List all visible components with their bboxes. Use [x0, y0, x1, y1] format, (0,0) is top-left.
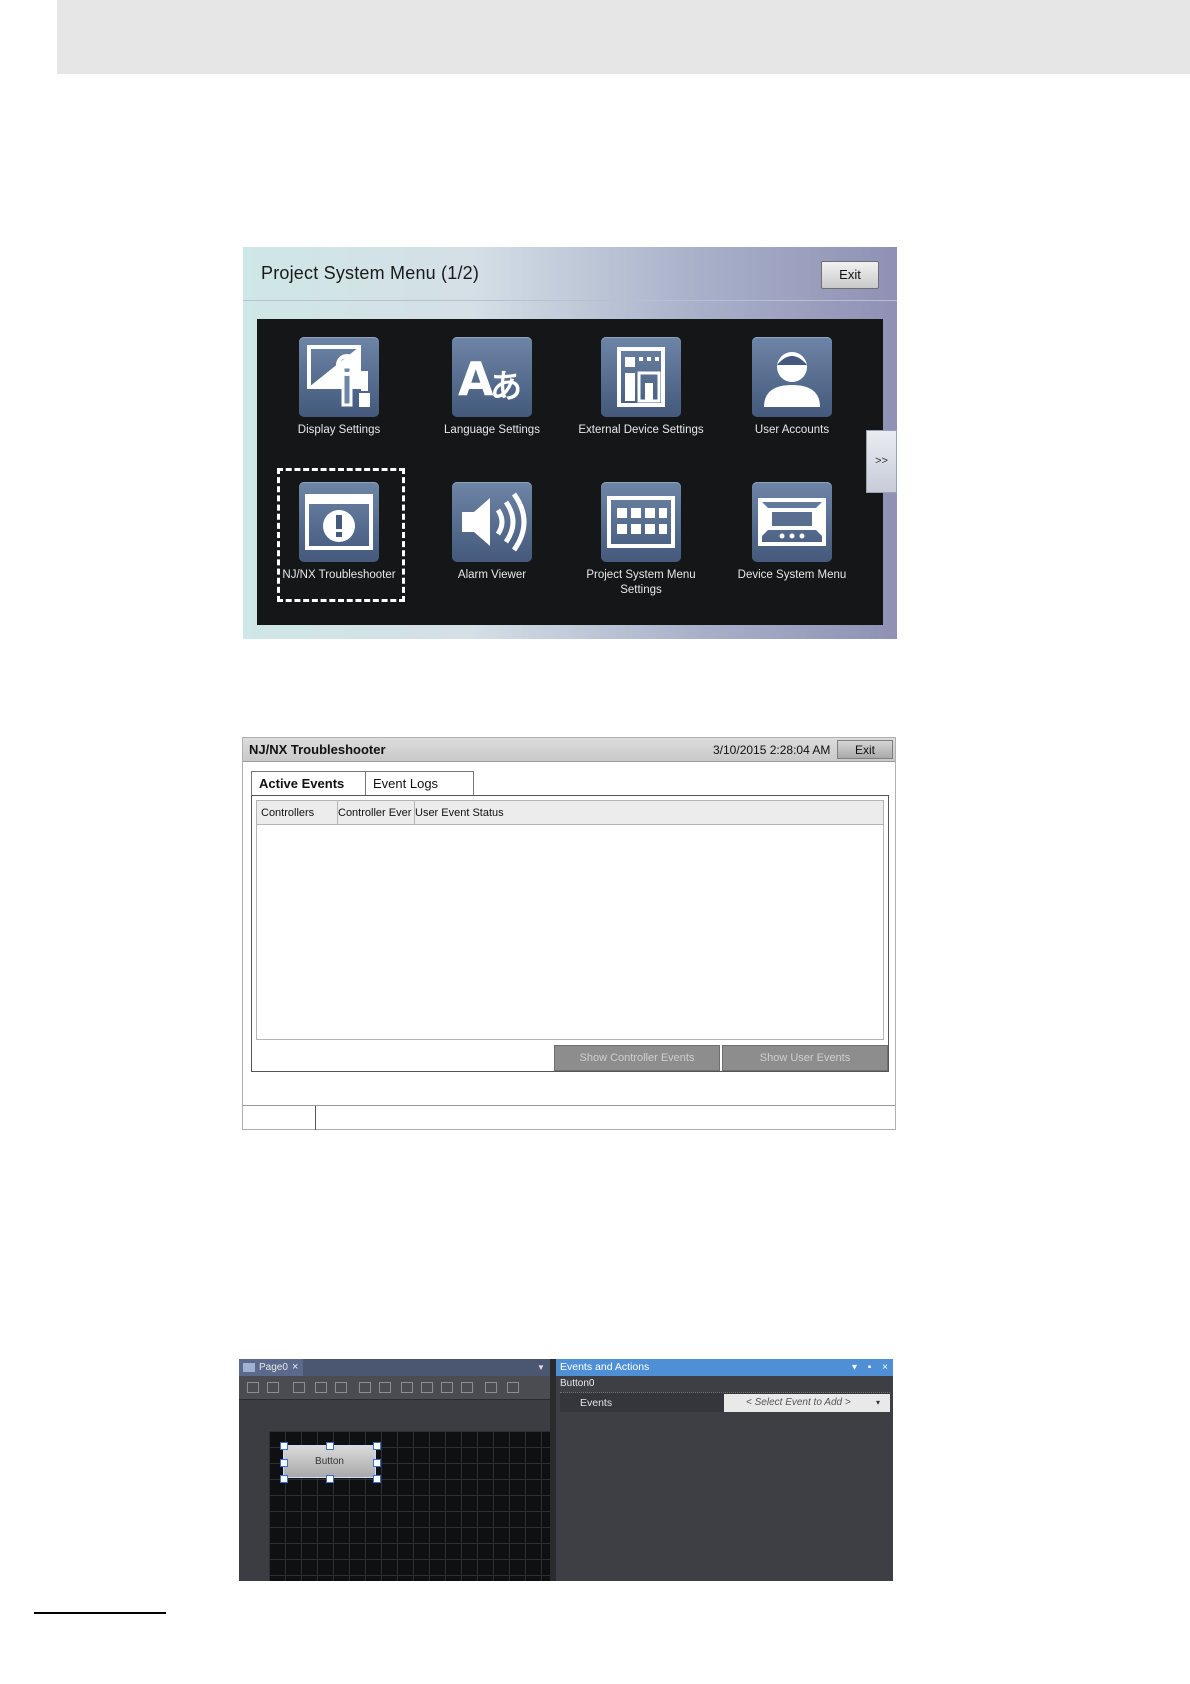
page-icon [243, 1363, 255, 1372]
external-device-icon [601, 337, 681, 417]
panel-title: Events and Actions [556, 1359, 893, 1376]
window-title: NJ/NX Troubleshooter [249, 742, 386, 757]
next-page-button[interactable]: >> [866, 430, 897, 493]
page-header-band [57, 0, 1190, 74]
project-system-menu: Project System Menu (1/2) Exit Display S… [243, 247, 897, 639]
resize-handle[interactable] [280, 1475, 288, 1483]
events-row: Events < Select Event to Add > ▾ [560, 1392, 890, 1412]
resize-handle[interactable] [373, 1459, 381, 1467]
toolbar-tool-icon[interactable] [441, 1382, 453, 1393]
tile-label: Alarm Viewer [457, 569, 527, 581]
troubleshooter-highlight [277, 468, 405, 602]
close-icon[interactable]: × [292, 1359, 298, 1376]
layout-toolbar [239, 1376, 550, 1400]
language-settings-icon: Aあ [452, 337, 532, 417]
tile-device-system-menu[interactable]: Device System Menu [717, 482, 867, 583]
toolbar-tool-icon[interactable] [507, 1382, 519, 1393]
tile-label: Language Settings [444, 424, 540, 436]
tab-event-logs[interactable]: Event Logs [365, 771, 474, 796]
svg-text:あ: あ [490, 367, 522, 405]
tab-active-events[interactable]: Active Events [251, 771, 368, 796]
status-bar [243, 1105, 895, 1130]
title-bar: NJ/NX Troubleshooter 3/10/2015 2:28:04 A… [243, 738, 895, 762]
panel-controls[interactable]: ▾ ▪ × [852, 1359, 892, 1376]
events-and-actions-panel: Events and Actions ▾ ▪ × Button0 Events … [556, 1359, 893, 1581]
show-controller-events-button[interactable]: Show Controller Events [554, 1045, 720, 1071]
events-table: Controllers Controller Ever User Event S… [256, 800, 884, 1040]
tile-external-device-settings[interactable]: External Device Settings [566, 337, 716, 438]
selected-object-name: Button0 [560, 1378, 595, 1389]
toolbar-tool-icon[interactable] [267, 1382, 279, 1393]
toolbar-tool-icon[interactable] [335, 1382, 347, 1393]
tile-user-accounts[interactable]: User Accounts [717, 337, 867, 438]
toolbar-tool-icon[interactable] [293, 1382, 305, 1393]
exit-button[interactable]: Exit [837, 740, 893, 759]
tile-label: Display Settings [297, 424, 381, 436]
tile-language-settings[interactable]: Aあ Language Settings [417, 337, 567, 438]
toolbar-tool-icon[interactable] [461, 1382, 473, 1393]
resize-handle[interactable] [326, 1442, 334, 1450]
resize-handle[interactable] [280, 1442, 288, 1450]
resize-handle[interactable] [280, 1459, 288, 1467]
events-label: Events [580, 1397, 613, 1409]
chevron-down-icon[interactable]: ▼ [537, 1359, 545, 1376]
toolbar-tool-icon[interactable] [379, 1382, 391, 1393]
user-accounts-icon [752, 337, 832, 417]
title-divider [243, 300, 897, 301]
tab-page0[interactable]: Page0 × [239, 1359, 303, 1376]
toolbar-tool-icon[interactable] [315, 1382, 327, 1393]
dropdown-value: < Select Event to Add > [746, 1397, 851, 1408]
tab-label: Page0 [259, 1362, 288, 1373]
status-divider [315, 1106, 316, 1130]
document-tab-bar: Page0 × ▼ [239, 1359, 550, 1376]
toolbar-tool-icon[interactable] [401, 1382, 413, 1393]
design-canvas[interactable]: Button [269, 1431, 550, 1581]
resize-handle[interactable] [373, 1475, 381, 1483]
exit-button[interactable]: Exit [821, 261, 879, 289]
tile-display-settings[interactable]: Display Settings [264, 337, 414, 438]
tile-label: Device System Menu [737, 569, 847, 581]
datetime-display: 3/10/2015 2:28:04 AM [713, 743, 831, 757]
display-settings-icon [299, 337, 379, 417]
tile-label: User Accounts [754, 424, 830, 436]
speaker-icon [452, 482, 532, 562]
show-user-events-button[interactable]: Show User Events [722, 1045, 888, 1071]
tile-label: External Device Settings [578, 424, 704, 436]
toolbar-tool-icon[interactable] [485, 1382, 497, 1393]
toolbar-tool-icon[interactable] [247, 1382, 259, 1393]
column-header-controller-events[interactable]: Controller Ever [334, 801, 415, 825]
tile-alarm-viewer[interactable]: Alarm Viewer [417, 482, 567, 583]
tile-label: Project System Menu Settings [586, 569, 696, 596]
tile-project-system-menu-settings[interactable]: Project System Menu Settings [566, 482, 716, 598]
table-header: Controllers Controller Ever User Event S… [257, 801, 883, 825]
keypad-icon [601, 482, 681, 562]
screen-editor: Page0 × ▼ Button Events and Actions ▾ ▪ … [239, 1359, 893, 1581]
menu-title: Project System Menu (1/2) [261, 263, 480, 283]
column-header-controllers[interactable]: Controllers [257, 801, 338, 825]
select-event-dropdown[interactable]: < Select Event to Add > ▾ [724, 1394, 890, 1412]
troubleshooter-window: NJ/NX Troubleshooter 3/10/2015 2:28:04 A… [242, 737, 896, 1130]
resize-handle[interactable] [373, 1442, 381, 1450]
resize-handle[interactable] [326, 1475, 334, 1483]
device-menu-icon [752, 482, 832, 562]
toolbar-tool-icon[interactable] [421, 1382, 433, 1393]
svg-text:A: A [458, 352, 494, 406]
chevron-down-icon: ▾ [876, 1398, 881, 1407]
footer-rule [34, 1612, 166, 1614]
column-header-user-event-status[interactable]: User Event Status [411, 801, 887, 825]
toolbar-tool-icon[interactable] [359, 1382, 371, 1393]
events-panel: Controllers Controller Ever User Event S… [251, 795, 889, 1072]
